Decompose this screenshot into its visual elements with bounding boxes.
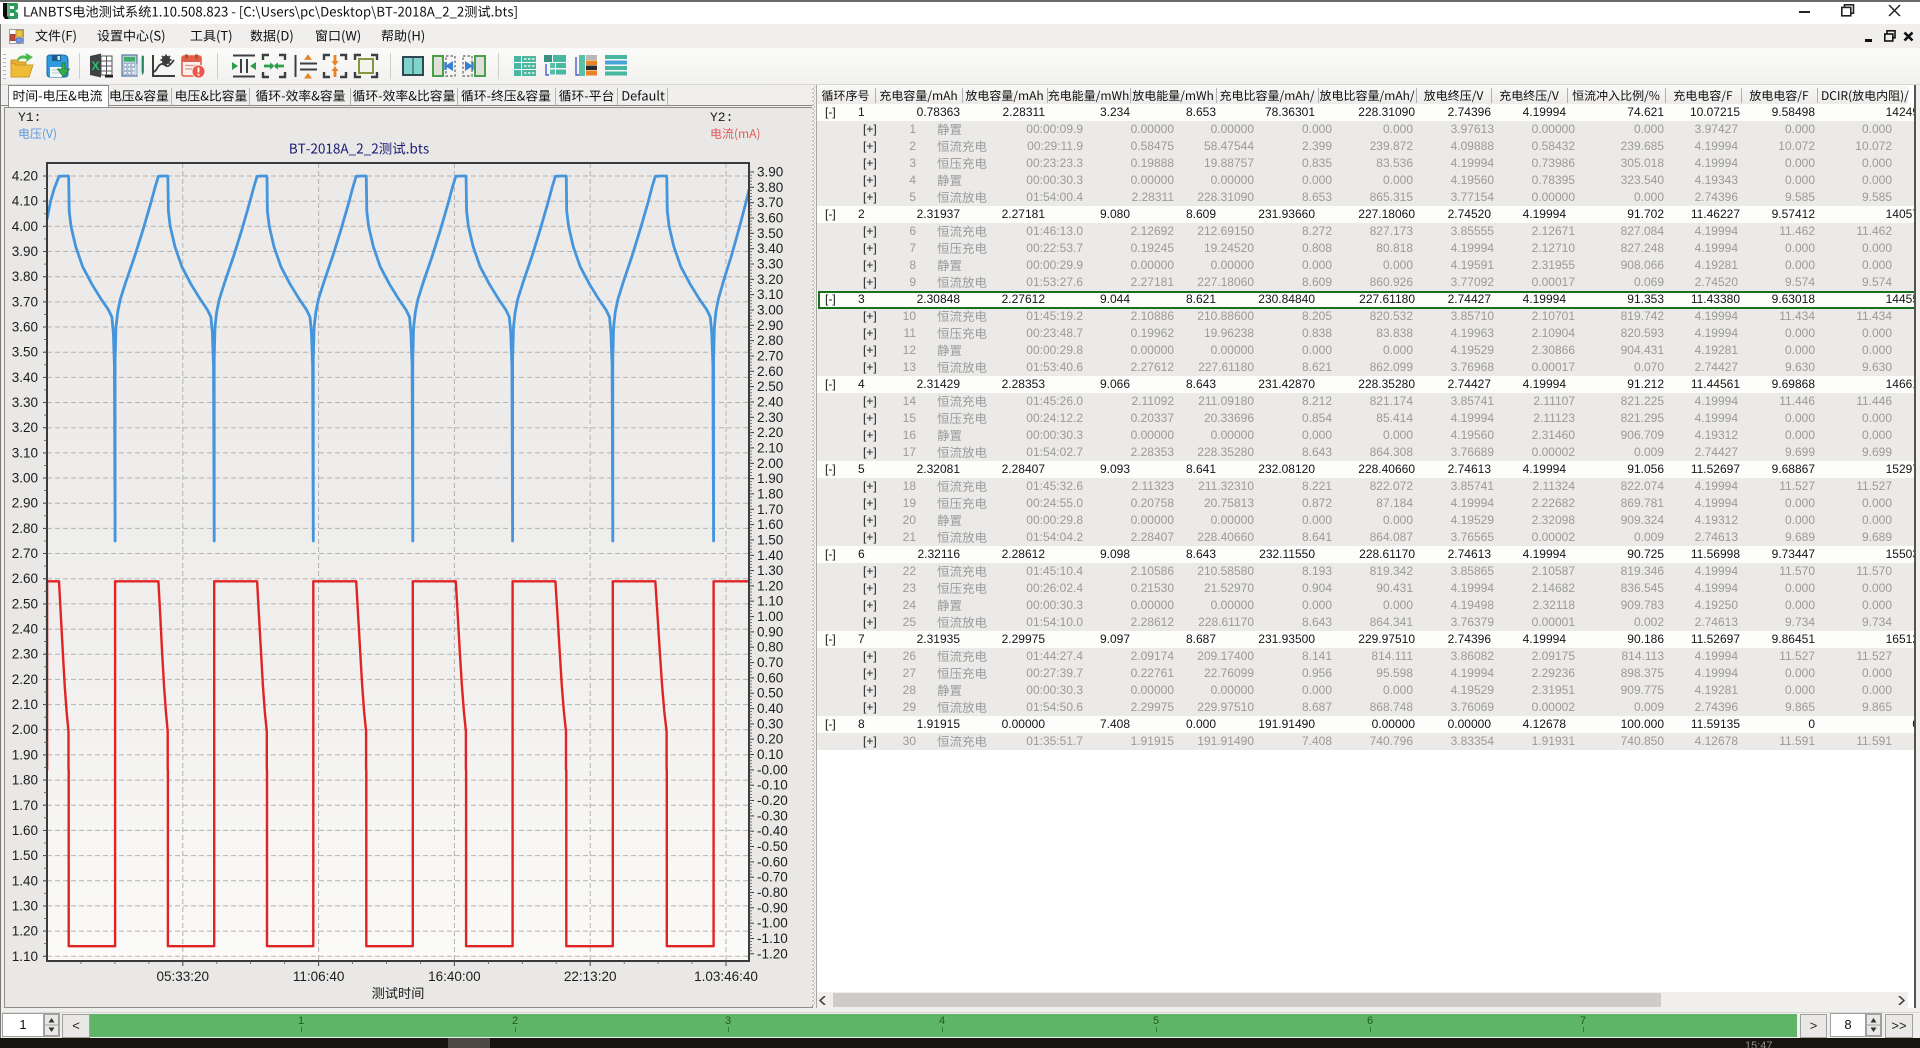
svg-text:2.20: 2.20 bbox=[12, 672, 38, 687]
svg-text:1.80: 1.80 bbox=[12, 773, 38, 788]
svg-text:-0.50: -0.50 bbox=[757, 839, 788, 854]
svg-text:1.30: 1.30 bbox=[12, 898, 38, 913]
svg-text:-0.20: -0.20 bbox=[757, 793, 788, 808]
svg-text:3.60: 3.60 bbox=[757, 211, 783, 226]
svg-text:-0.10: -0.10 bbox=[757, 778, 788, 793]
svg-text:2.00: 2.00 bbox=[12, 722, 38, 737]
svg-text:0.20: 0.20 bbox=[757, 732, 783, 747]
svg-text:0.90: 0.90 bbox=[757, 624, 783, 639]
svg-text:1.50: 1.50 bbox=[12, 848, 38, 863]
svg-text:3.20: 3.20 bbox=[757, 272, 783, 287]
svg-text:4.20: 4.20 bbox=[12, 169, 38, 184]
svg-text:3.80: 3.80 bbox=[12, 269, 38, 284]
svg-text:3.50: 3.50 bbox=[757, 226, 783, 241]
svg-text:2.60: 2.60 bbox=[757, 364, 783, 379]
svg-text:3.00: 3.00 bbox=[757, 303, 783, 318]
svg-text:16:40:00: 16:40:00 bbox=[428, 969, 481, 984]
svg-text:3.50: 3.50 bbox=[12, 345, 38, 360]
svg-text:1.90: 1.90 bbox=[12, 747, 38, 762]
svg-text:0.50: 0.50 bbox=[757, 686, 783, 701]
svg-text:-0.30: -0.30 bbox=[757, 808, 788, 823]
svg-text:1.03:46:40: 1.03:46:40 bbox=[694, 969, 758, 984]
svg-text:3.10: 3.10 bbox=[757, 287, 783, 302]
svg-text:3.40: 3.40 bbox=[12, 370, 38, 385]
svg-text:22:13:20: 22:13:20 bbox=[564, 969, 617, 984]
svg-text:-0.80: -0.80 bbox=[757, 885, 788, 900]
svg-text:0.80: 0.80 bbox=[757, 640, 783, 655]
svg-text:3.30: 3.30 bbox=[12, 395, 38, 410]
svg-text:1.10: 1.10 bbox=[12, 949, 38, 964]
svg-text:3.70: 3.70 bbox=[757, 195, 783, 210]
svg-text:1.70: 1.70 bbox=[757, 502, 783, 517]
svg-text:05:33:20: 05:33:20 bbox=[157, 969, 210, 984]
svg-text:1.30: 1.30 bbox=[757, 563, 783, 578]
svg-text:-0.90: -0.90 bbox=[757, 900, 788, 915]
svg-text:3.40: 3.40 bbox=[757, 241, 783, 256]
svg-text:1.60: 1.60 bbox=[12, 823, 38, 838]
svg-text:1.70: 1.70 bbox=[12, 798, 38, 813]
svg-text:-0.00: -0.00 bbox=[757, 762, 788, 777]
svg-text:-1.10: -1.10 bbox=[757, 931, 788, 946]
svg-text:3.10: 3.10 bbox=[12, 445, 38, 460]
svg-text:0.60: 0.60 bbox=[757, 670, 783, 685]
svg-text:2.20: 2.20 bbox=[757, 425, 783, 440]
svg-text:1.10: 1.10 bbox=[757, 594, 783, 609]
svg-text:2.80: 2.80 bbox=[12, 521, 38, 536]
svg-text:2.90: 2.90 bbox=[757, 318, 783, 333]
svg-text:2.90: 2.90 bbox=[12, 496, 38, 511]
svg-text:3.70: 3.70 bbox=[12, 294, 38, 309]
svg-text:3.90: 3.90 bbox=[12, 244, 38, 259]
svg-text:-0.40: -0.40 bbox=[757, 824, 788, 839]
svg-text:2.30: 2.30 bbox=[12, 647, 38, 662]
svg-text:1.20: 1.20 bbox=[757, 578, 783, 593]
svg-text:3.00: 3.00 bbox=[12, 471, 38, 486]
svg-text:3.20: 3.20 bbox=[12, 420, 38, 435]
svg-text:1.60: 1.60 bbox=[757, 517, 783, 532]
svg-text:3.90: 3.90 bbox=[757, 165, 783, 180]
svg-text:0.70: 0.70 bbox=[757, 655, 783, 670]
svg-text:2.60: 2.60 bbox=[12, 571, 38, 586]
svg-text:2.70: 2.70 bbox=[12, 546, 38, 561]
svg-text:2.40: 2.40 bbox=[757, 395, 783, 410]
svg-text:0.10: 0.10 bbox=[757, 747, 783, 762]
svg-text:-1.20: -1.20 bbox=[757, 946, 788, 961]
svg-text:2.10: 2.10 bbox=[12, 697, 38, 712]
svg-text:1.40: 1.40 bbox=[757, 548, 783, 563]
svg-text:1.00: 1.00 bbox=[757, 609, 783, 624]
svg-text:2.80: 2.80 bbox=[757, 333, 783, 348]
svg-text:1.90: 1.90 bbox=[757, 471, 783, 486]
svg-text:-0.60: -0.60 bbox=[757, 854, 788, 869]
svg-text:2.50: 2.50 bbox=[757, 379, 783, 394]
svg-text:3.30: 3.30 bbox=[757, 257, 783, 272]
svg-text:-0.70: -0.70 bbox=[757, 870, 788, 885]
svg-text:1.80: 1.80 bbox=[757, 486, 783, 501]
svg-text:2.10: 2.10 bbox=[757, 440, 783, 455]
svg-text:2.50: 2.50 bbox=[12, 596, 38, 611]
svg-text:2.40: 2.40 bbox=[12, 622, 38, 637]
svg-text:2.00: 2.00 bbox=[757, 456, 783, 471]
svg-text:2.30: 2.30 bbox=[757, 410, 783, 425]
svg-text:3.80: 3.80 bbox=[757, 180, 783, 195]
svg-text:3.60: 3.60 bbox=[12, 320, 38, 335]
svg-text:-1.00: -1.00 bbox=[757, 916, 788, 931]
svg-text:1.50: 1.50 bbox=[757, 532, 783, 547]
svg-text:11:06:40: 11:06:40 bbox=[293, 969, 345, 984]
svg-text:4.10: 4.10 bbox=[12, 194, 38, 209]
svg-text:4.00: 4.00 bbox=[12, 219, 38, 234]
svg-text:0.30: 0.30 bbox=[757, 716, 783, 731]
svg-text:2.70: 2.70 bbox=[757, 349, 783, 364]
svg-text:1.20: 1.20 bbox=[12, 924, 38, 939]
svg-text:0.40: 0.40 bbox=[757, 701, 783, 716]
svg-text:1.40: 1.40 bbox=[12, 873, 38, 888]
